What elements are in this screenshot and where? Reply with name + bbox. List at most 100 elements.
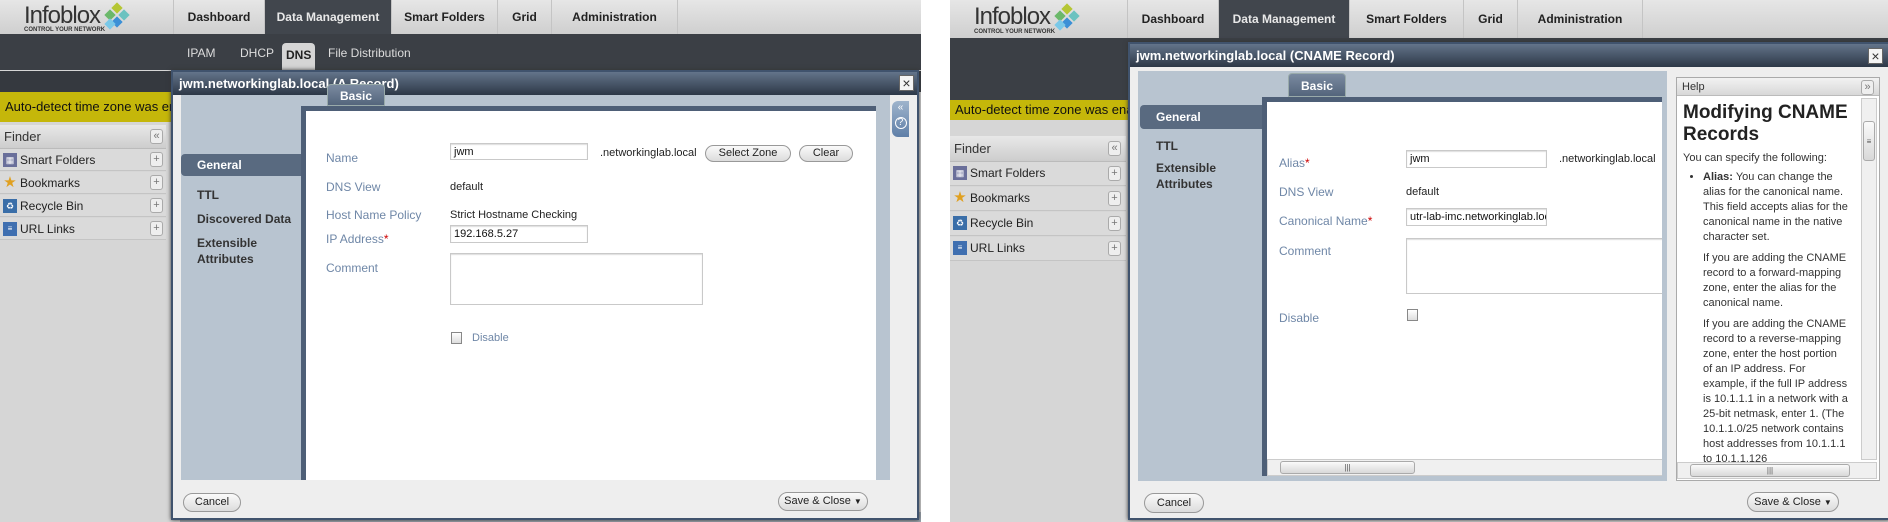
disable-checkbox[interactable] bbox=[451, 332, 462, 344]
close-icon[interactable]: × bbox=[899, 75, 914, 91]
nav-ttl[interactable]: TTL bbox=[181, 188, 219, 202]
subtab-file-distribution[interactable]: File Distribution bbox=[328, 46, 411, 60]
tab-data-management[interactable]: Data Management bbox=[1218, 0, 1349, 38]
finder-item-url-links[interactable]: ≡ URL Links + bbox=[950, 237, 1126, 261]
bullet-term: Alias: bbox=[1703, 171, 1733, 183]
disable-label: Disable bbox=[472, 332, 509, 344]
help-bullet-alias: Alias: You can change the alias for the … bbox=[1703, 170, 1849, 245]
subtab-dns[interactable]: DNS bbox=[282, 43, 316, 70]
basic-form: Name jwm .networkinglab.local Select Zon… bbox=[301, 106, 876, 480]
scrollbar-thumb[interactable]: ||| bbox=[1280, 461, 1415, 474]
disable-label: Disable bbox=[1279, 311, 1320, 325]
expand-icon[interactable]: + bbox=[150, 152, 163, 167]
comment-textarea[interactable] bbox=[450, 253, 703, 305]
help-paragraph-reverse: If you are adding the CNAME record to a … bbox=[1703, 318, 1848, 465]
alias-input[interactable]: jwm bbox=[1406, 150, 1547, 168]
expand-icon[interactable]: + bbox=[150, 221, 163, 236]
expand-icon[interactable]: + bbox=[1108, 166, 1121, 181]
cancel-button[interactable]: Cancel bbox=[183, 493, 241, 512]
logo-tagline: CONTROL YOUR NETWORK bbox=[24, 27, 106, 33]
finder-item-smart-folders[interactable]: ▦ Smart Folders + bbox=[950, 162, 1126, 186]
finder-item-bookmarks[interactable]: ★ Bookmarks + bbox=[0, 172, 166, 194]
tab-grid[interactable]: Grid bbox=[497, 0, 551, 34]
left-screenshot: Infoblox CONTROL YOUR NETWORK Dashboard … bbox=[0, 0, 921, 522]
close-icon[interactable]: × bbox=[1868, 48, 1883, 64]
name-label: Name bbox=[326, 151, 359, 165]
nav-general[interactable]: General bbox=[181, 154, 303, 176]
tab-smart-folders[interactable]: Smart Folders bbox=[391, 0, 497, 34]
help-vertical-scrollbar[interactable]: ≡ bbox=[1861, 98, 1877, 460]
dialog-title: jwm.networkinglab.local (A Record) bbox=[173, 72, 917, 95]
expand-icon[interactable]: + bbox=[1108, 216, 1121, 231]
finder-item-label: Smart Folders bbox=[970, 166, 1046, 180]
help-paragraph-forward: If you are adding the CNAME record to a … bbox=[1703, 252, 1847, 309]
nav-general[interactable]: General bbox=[1140, 105, 1262, 129]
collapse-finder-icon[interactable]: « bbox=[1108, 141, 1121, 156]
save-label: Save & Close bbox=[1754, 496, 1821, 508]
ip-label-text: IP Address bbox=[326, 232, 384, 246]
tab-administration[interactable]: Administration bbox=[551, 0, 678, 34]
tab-dashboard[interactable]: Dashboard bbox=[173, 0, 264, 34]
help-intro: You can specify the following: bbox=[1683, 152, 1827, 164]
canonical-name-input[interactable]: utr-lab-imc.networkinglab.loc bbox=[1406, 208, 1547, 226]
nav-extensible-attributes[interactable]: Extensible Attributes bbox=[1140, 160, 1240, 192]
help-toggle-button[interactable]: «? bbox=[892, 101, 909, 137]
name-input[interactable]: jwm bbox=[450, 143, 588, 160]
cancel-button[interactable]: Cancel bbox=[1144, 493, 1204, 513]
logo-diamonds-icon bbox=[104, 2, 130, 30]
clear-button[interactable]: Clear bbox=[799, 145, 853, 162]
host-name-policy-value: Strict Hostname Checking bbox=[450, 209, 578, 221]
host-name-policy-label: Host Name Policy bbox=[326, 208, 422, 222]
dns-view-value: default bbox=[1406, 186, 1440, 198]
canonical-name-label: Canonical Name* bbox=[1279, 214, 1372, 228]
side-strip bbox=[890, 95, 909, 480]
expand-icon[interactable]: + bbox=[150, 175, 163, 190]
collapse-finder-icon[interactable]: « bbox=[150, 129, 163, 144]
finder-item-url-links[interactable]: ≡ URL Links + bbox=[0, 218, 166, 240]
recycle-bin-icon: ♻ bbox=[3, 199, 17, 213]
comment-textarea[interactable] bbox=[1406, 238, 1662, 294]
finder-item-recycle-bin[interactable]: ♻ Recycle Bin + bbox=[950, 212, 1126, 236]
nav-extensible-attributes[interactable]: Extensible Attributes bbox=[181, 235, 281, 267]
finder-title: Finder bbox=[954, 141, 991, 156]
subtab-dhcp[interactable]: DHCP bbox=[240, 46, 274, 60]
required-marker: * bbox=[383, 232, 389, 246]
save-close-button[interactable]: Save & Close ▼ bbox=[1747, 492, 1839, 512]
ip-address-input[interactable]: 192.168.5.27 bbox=[450, 225, 588, 243]
scrollbar-thumb[interactable]: ≡ bbox=[1863, 121, 1875, 161]
expand-icon[interactable]: + bbox=[150, 198, 163, 213]
url-links-icon: ≡ bbox=[953, 241, 967, 255]
horizontal-scrollbar[interactable]: ||| bbox=[1267, 459, 1662, 476]
tab-basic[interactable]: Basic bbox=[1288, 73, 1346, 97]
scrollbar-thumb[interactable]: ||| bbox=[1690, 464, 1850, 477]
save-close-button[interactable]: Save & Close ▼ bbox=[778, 492, 868, 511]
a-record-dialog: jwm.networkinglab.local (A Record) × «? … bbox=[171, 70, 919, 520]
expand-icon[interactable]: + bbox=[1108, 191, 1121, 206]
subnav-bar: IPAM DHCP DNS File Distribution bbox=[0, 34, 921, 70]
right-screenshot: Infoblox CONTROL YOUR NETWORK Dashboard … bbox=[950, 0, 1888, 522]
timezone-banner: Auto-detect time zone was ena bbox=[0, 92, 180, 122]
nav-discovered-data[interactable]: Discovered Data bbox=[181, 212, 291, 226]
finder-item-smart-folders[interactable]: ▦ Smart Folders + bbox=[0, 149, 166, 171]
tab-dashboard[interactable]: Dashboard bbox=[1127, 0, 1218, 38]
finder-item-label: Smart Folders bbox=[20, 153, 96, 167]
help-horizontal-scrollbar[interactable]: ||| bbox=[1677, 462, 1877, 479]
ip-address-label: IP Address* bbox=[326, 232, 389, 246]
tab-basic[interactable]: Basic bbox=[327, 84, 385, 106]
collapse-help-icon[interactable]: » bbox=[1861, 80, 1874, 95]
nav-ttl[interactable]: TTL bbox=[1140, 139, 1178, 153]
tab-administration[interactable]: Administration bbox=[1517, 0, 1643, 38]
finder-item-recycle-bin[interactable]: ♻ Recycle Bin + bbox=[0, 195, 166, 217]
select-zone-button[interactable]: Select Zone bbox=[705, 145, 791, 162]
disable-checkbox[interactable] bbox=[1407, 309, 1418, 321]
tab-data-management[interactable]: Data Management bbox=[264, 0, 391, 34]
expand-help-icon: « bbox=[897, 102, 904, 113]
subtab-ipam[interactable]: IPAM bbox=[187, 46, 215, 60]
comment-label: Comment bbox=[326, 261, 379, 275]
finder-item-label: URL Links bbox=[20, 222, 75, 236]
tab-smart-folders[interactable]: Smart Folders bbox=[1349, 0, 1463, 38]
finder-item-bookmarks[interactable]: ★ Bookmarks + bbox=[950, 187, 1126, 211]
expand-icon[interactable]: + bbox=[1108, 241, 1121, 256]
dns-view-value: default bbox=[450, 181, 484, 193]
tab-grid[interactable]: Grid bbox=[1463, 0, 1517, 38]
